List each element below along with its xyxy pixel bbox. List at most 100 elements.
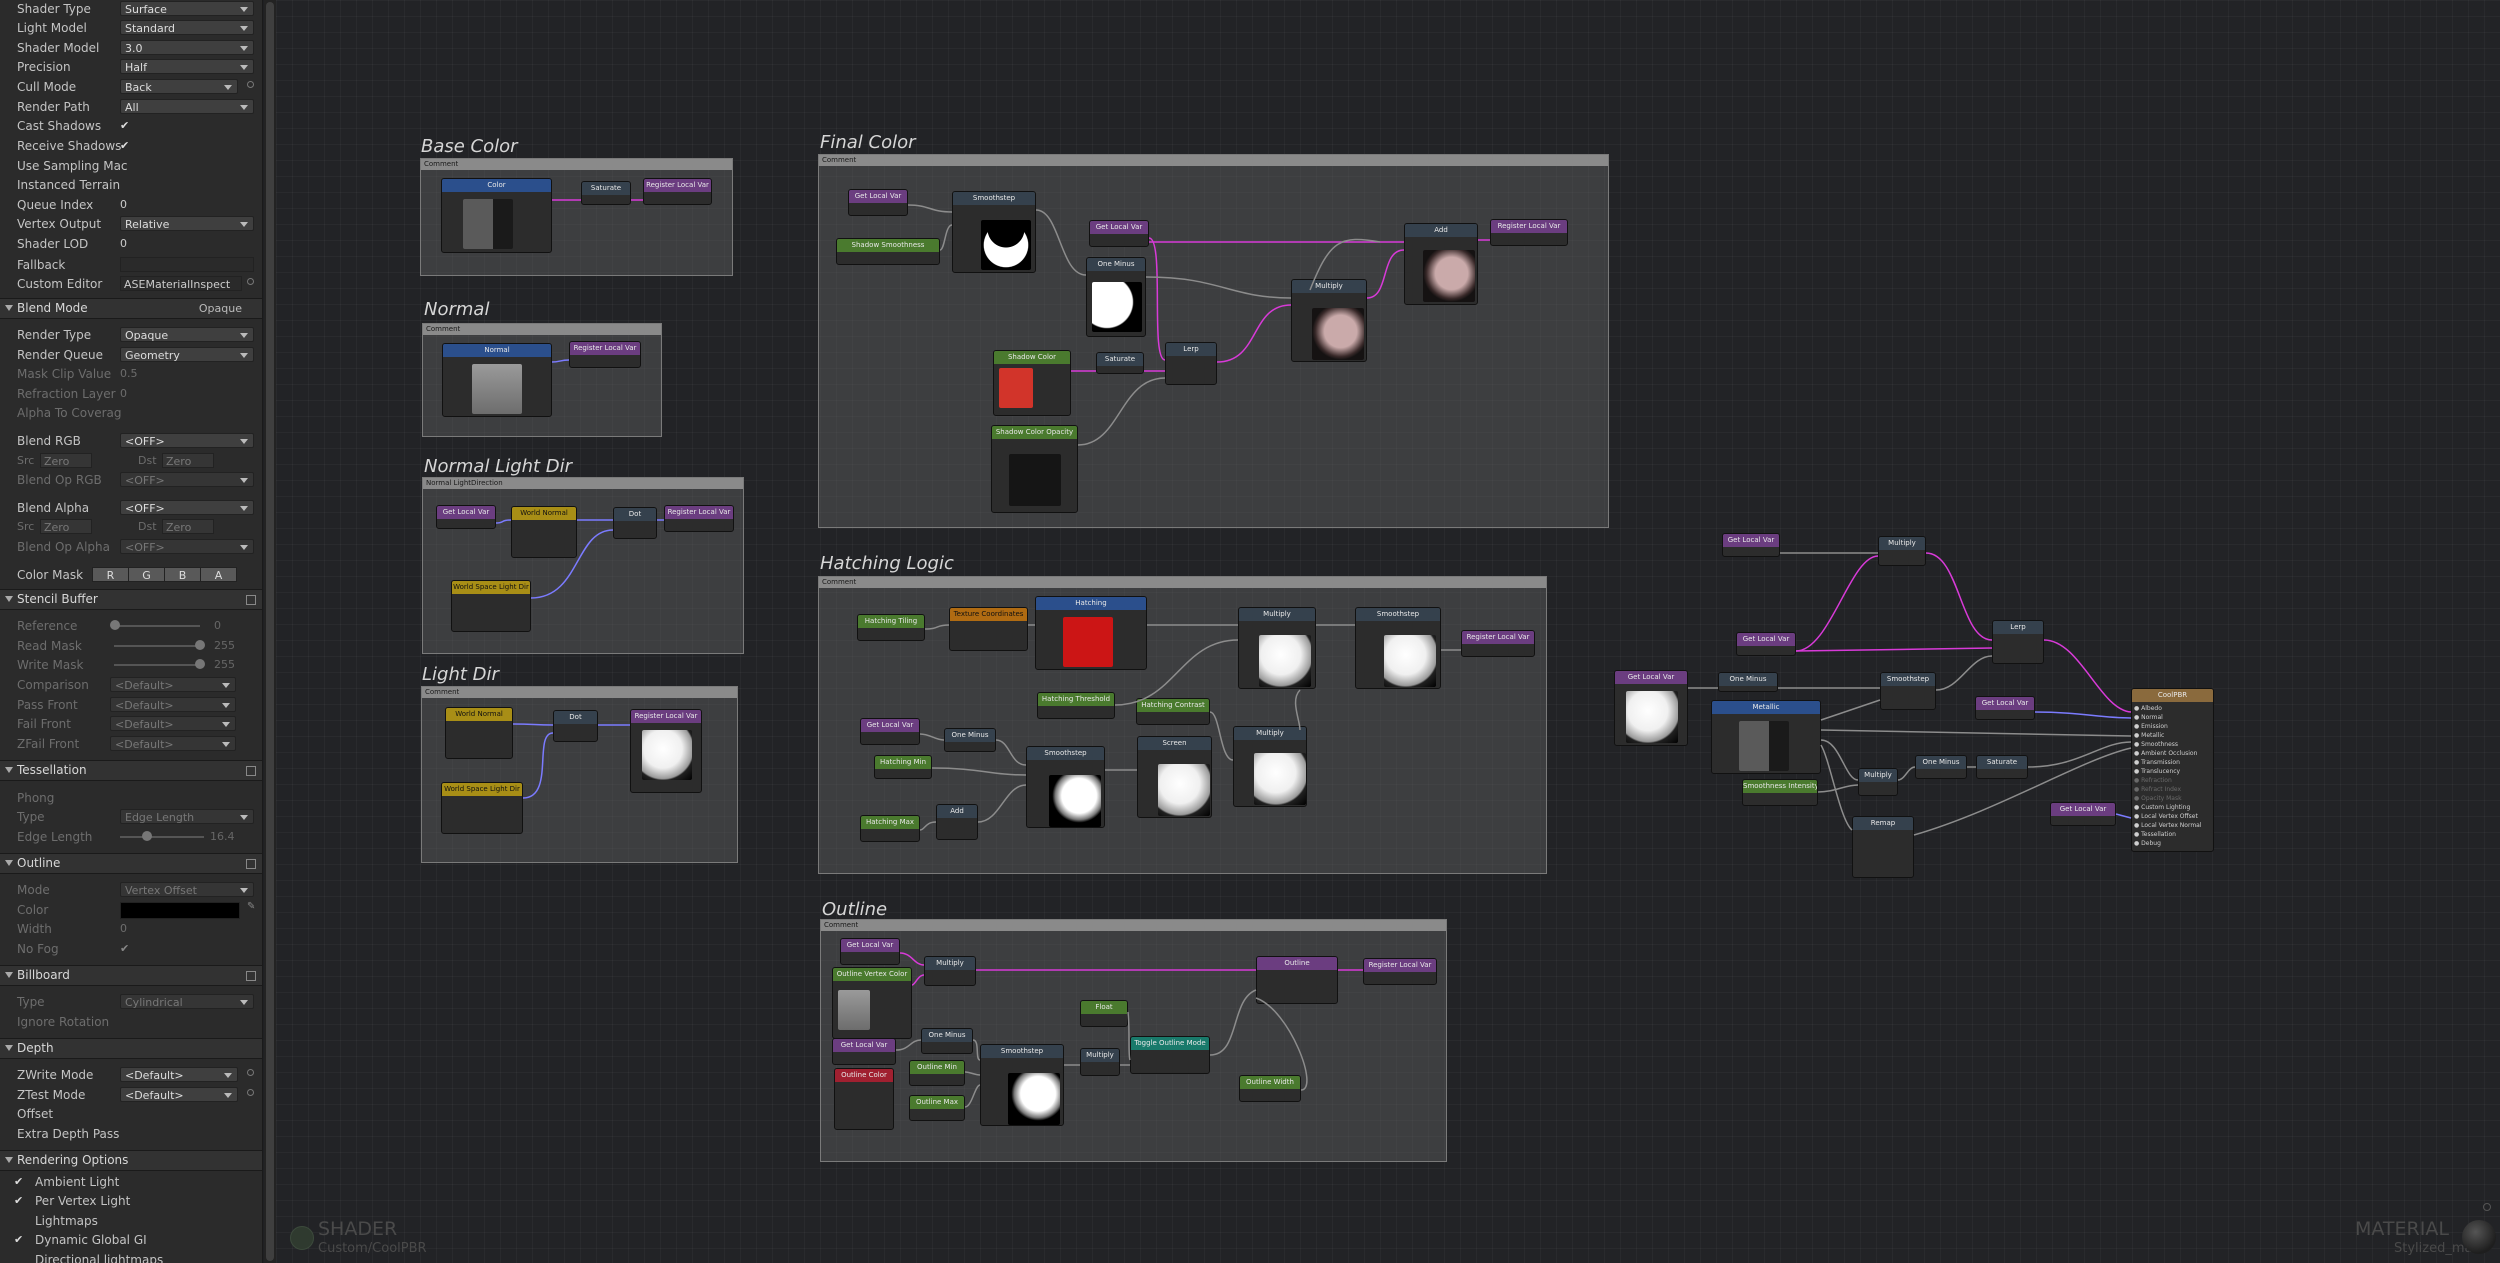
custom-editor-field[interactable]: ASEMaterialInspect	[120, 276, 242, 291]
output-port-smoothness[interactable]: ● Smoothness	[2134, 741, 2178, 748]
dynamic-gi-checkbox[interactable]: ✔	[14, 1233, 23, 1246]
blend-op-rgb-dropdown[interactable]: <OFF>	[120, 472, 254, 487]
multiply-node[interactable]: Multiply	[1858, 768, 1898, 796]
blend-mode-toggle-icon[interactable]	[5, 305, 13, 311]
shadow-smoothness-node[interactable]: Shadow Smoothness	[836, 238, 940, 265]
outline-node[interactable]: Outline	[1256, 956, 1338, 1004]
get-local-var-node[interactable]: Get Local Var	[1089, 220, 1149, 247]
get-local-var-node[interactable]: Get Local Var	[832, 1038, 896, 1065]
one-minus-node[interactable]: One Minus	[1086, 257, 1146, 337]
color-mask-a-button[interactable]: A	[200, 567, 237, 582]
outline-color-node[interactable]: Outline Color	[834, 1068, 894, 1130]
stencil-enable-checkbox[interactable]	[246, 595, 256, 605]
world-space-light-dir-node[interactable]: World Space Light Dir	[451, 580, 531, 632]
render-type-dropdown[interactable]: Opaque	[120, 327, 254, 342]
group-title-normal[interactable]: Normal	[424, 299, 489, 320]
one-minus-node[interactable]: One Minus	[1915, 755, 1967, 779]
get-local-var-node[interactable]: Get Local Var	[1722, 533, 1780, 557]
fallback-field[interactable]	[120, 257, 254, 272]
preview-settings-icon[interactable]	[2483, 1203, 2491, 1211]
multiply-node[interactable]: Multiply	[1878, 536, 1926, 566]
output-port-albedo[interactable]: ● Albedo	[2134, 705, 2162, 712]
world-normal-node[interactable]: World Normal	[511, 506, 577, 558]
outline-toggle-icon[interactable]	[5, 860, 13, 866]
fail-front-dropdown[interactable]: <Default>	[110, 716, 236, 731]
smoothstep-node[interactable]: Smoothstep	[952, 191, 1036, 273]
register-local-var-node[interactable]: Register Local Var	[643, 178, 712, 205]
hatching-texture-node[interactable]: Hatching	[1035, 596, 1147, 670]
zwrite-dropdown[interactable]: <Default>	[120, 1067, 238, 1082]
cast-shadows-checkbox[interactable]: ✔	[120, 119, 129, 132]
stencil-section[interactable]: Stencil Buffer	[0, 589, 262, 610]
normal-node[interactable]: Normal	[442, 343, 552, 417]
billboard-toggle-icon[interactable]	[5, 972, 13, 978]
material-preview-sphere[interactable]	[2462, 1220, 2496, 1254]
get-local-var-node[interactable]: Get Local Var	[848, 189, 908, 216]
hatching-tiling-node[interactable]: Hatching Tiling	[857, 614, 925, 641]
multiply-node[interactable]: Multiply	[1291, 279, 1367, 362]
comment-group-final-color[interactable]: Comment	[818, 154, 1609, 528]
ztest-pin-icon[interactable]	[247, 1089, 254, 1096]
register-local-var-node[interactable]: Register Local Var	[1461, 630, 1535, 657]
blend-rgb-dropdown[interactable]: <OFF>	[120, 433, 254, 448]
smoothstep-node[interactable]: Smoothstep	[1880, 672, 1936, 710]
custom-editor-pin-icon[interactable]	[247, 278, 254, 285]
shadow-color-node[interactable]: Shadow Color	[993, 350, 1071, 416]
smoothstep-node[interactable]: Smoothstep	[980, 1044, 1064, 1126]
get-local-var-node[interactable]: Get Local Var	[2050, 802, 2116, 826]
read-mask-slider-knob[interactable]	[195, 640, 205, 650]
tess-type-dropdown[interactable]: Edge Length	[120, 809, 254, 824]
hatching-threshold-node[interactable]: Hatching Threshold	[1037, 692, 1115, 719]
blend-alpha-src-dropdown[interactable]: Zero	[40, 519, 92, 534]
smoothstep-node[interactable]: Smoothstep	[1026, 746, 1105, 828]
mask-clip-field[interactable]: 0.5	[120, 367, 138, 380]
multiply-node[interactable]: Multiply	[1080, 1048, 1120, 1076]
color-mask-g-button[interactable]: G	[128, 567, 165, 582]
get-local-var-node[interactable]: Get Local Var	[860, 718, 920, 745]
shader-name[interactable]: Custom/CoolPBR	[318, 1241, 427, 1256]
smoothstep-node[interactable]: Smoothstep	[1355, 607, 1441, 689]
dot-node[interactable]: Dot	[553, 710, 598, 742]
dot-node[interactable]: Dot	[613, 507, 657, 539]
depth-section[interactable]: Depth	[0, 1038, 262, 1059]
output-port-translucency[interactable]: ● Translucency	[2134, 768, 2180, 775]
world-normal-node[interactable]: World Normal	[445, 707, 513, 759]
billboard-type-dropdown[interactable]: Cylindrical	[120, 994, 254, 1009]
color-node[interactable]: Color	[441, 178, 552, 253]
stencil-toggle-icon[interactable]	[5, 596, 13, 602]
precision-dropdown[interactable]: Half	[120, 59, 254, 74]
reference-slider-track[interactable]	[114, 625, 200, 627]
color-mask-r-button[interactable]: R	[92, 567, 129, 582]
tessellation-enable-checkbox[interactable]	[246, 766, 256, 776]
zwrite-pin-icon[interactable]	[247, 1069, 254, 1076]
zfail-front-dropdown[interactable]: <Default>	[110, 736, 236, 751]
output-port-transmission[interactable]: ● Transmission	[2134, 759, 2180, 766]
get-local-var-node[interactable]: Get Local Var	[1736, 632, 1796, 656]
output-port-refraction[interactable]: ● Refraction	[2134, 777, 2172, 784]
tessellation-section[interactable]: Tessellation	[0, 760, 262, 781]
float-node[interactable]: Float	[1080, 1000, 1128, 1027]
hatching-contrast-node[interactable]: Hatching Contrast	[1136, 698, 1210, 725]
outline-width-node[interactable]: Outline Width	[1239, 1075, 1301, 1102]
add-node[interactable]: Add	[936, 804, 978, 840]
inspector-scrollbar[interactable]	[264, 0, 276, 1263]
blend-mode-section[interactable]: Blend Mode Opaque	[0, 298, 262, 319]
outline-color-swatch[interactable]	[120, 902, 240, 919]
output-port-tessellation[interactable]: ● Tessellation	[2134, 831, 2176, 838]
light-model-dropdown[interactable]: Standard	[120, 20, 254, 35]
outline-max-node[interactable]: Outline Max	[909, 1095, 965, 1121]
shader-model-dropdown[interactable]: 3.0	[120, 40, 254, 55]
ambient-light-checkbox[interactable]: ✔	[14, 1175, 23, 1188]
toggle-outline-mode-node[interactable]: Toggle Outline Mode	[1130, 1036, 1210, 1074]
register-local-var-node[interactable]: Register Local Var	[630, 709, 702, 793]
no-fog-checkbox[interactable]: ✔	[120, 942, 129, 955]
get-local-var-node[interactable]: Get Local Var	[436, 505, 496, 529]
one-minus-node[interactable]: One Minus	[944, 728, 996, 752]
multiply-node[interactable]: Multiply	[1233, 726, 1307, 807]
billboard-enable-checkbox[interactable]	[246, 971, 256, 981]
texture-coordinates-node[interactable]: Texture Coordinates	[949, 607, 1028, 651]
saturate-node[interactable]: Saturate	[1976, 755, 2028, 779]
blend-mode-value[interactable]: Opaque	[199, 302, 242, 315]
read-mask-slider-track[interactable]	[114, 645, 200, 647]
lerp-node[interactable]: Lerp	[1992, 620, 2044, 664]
